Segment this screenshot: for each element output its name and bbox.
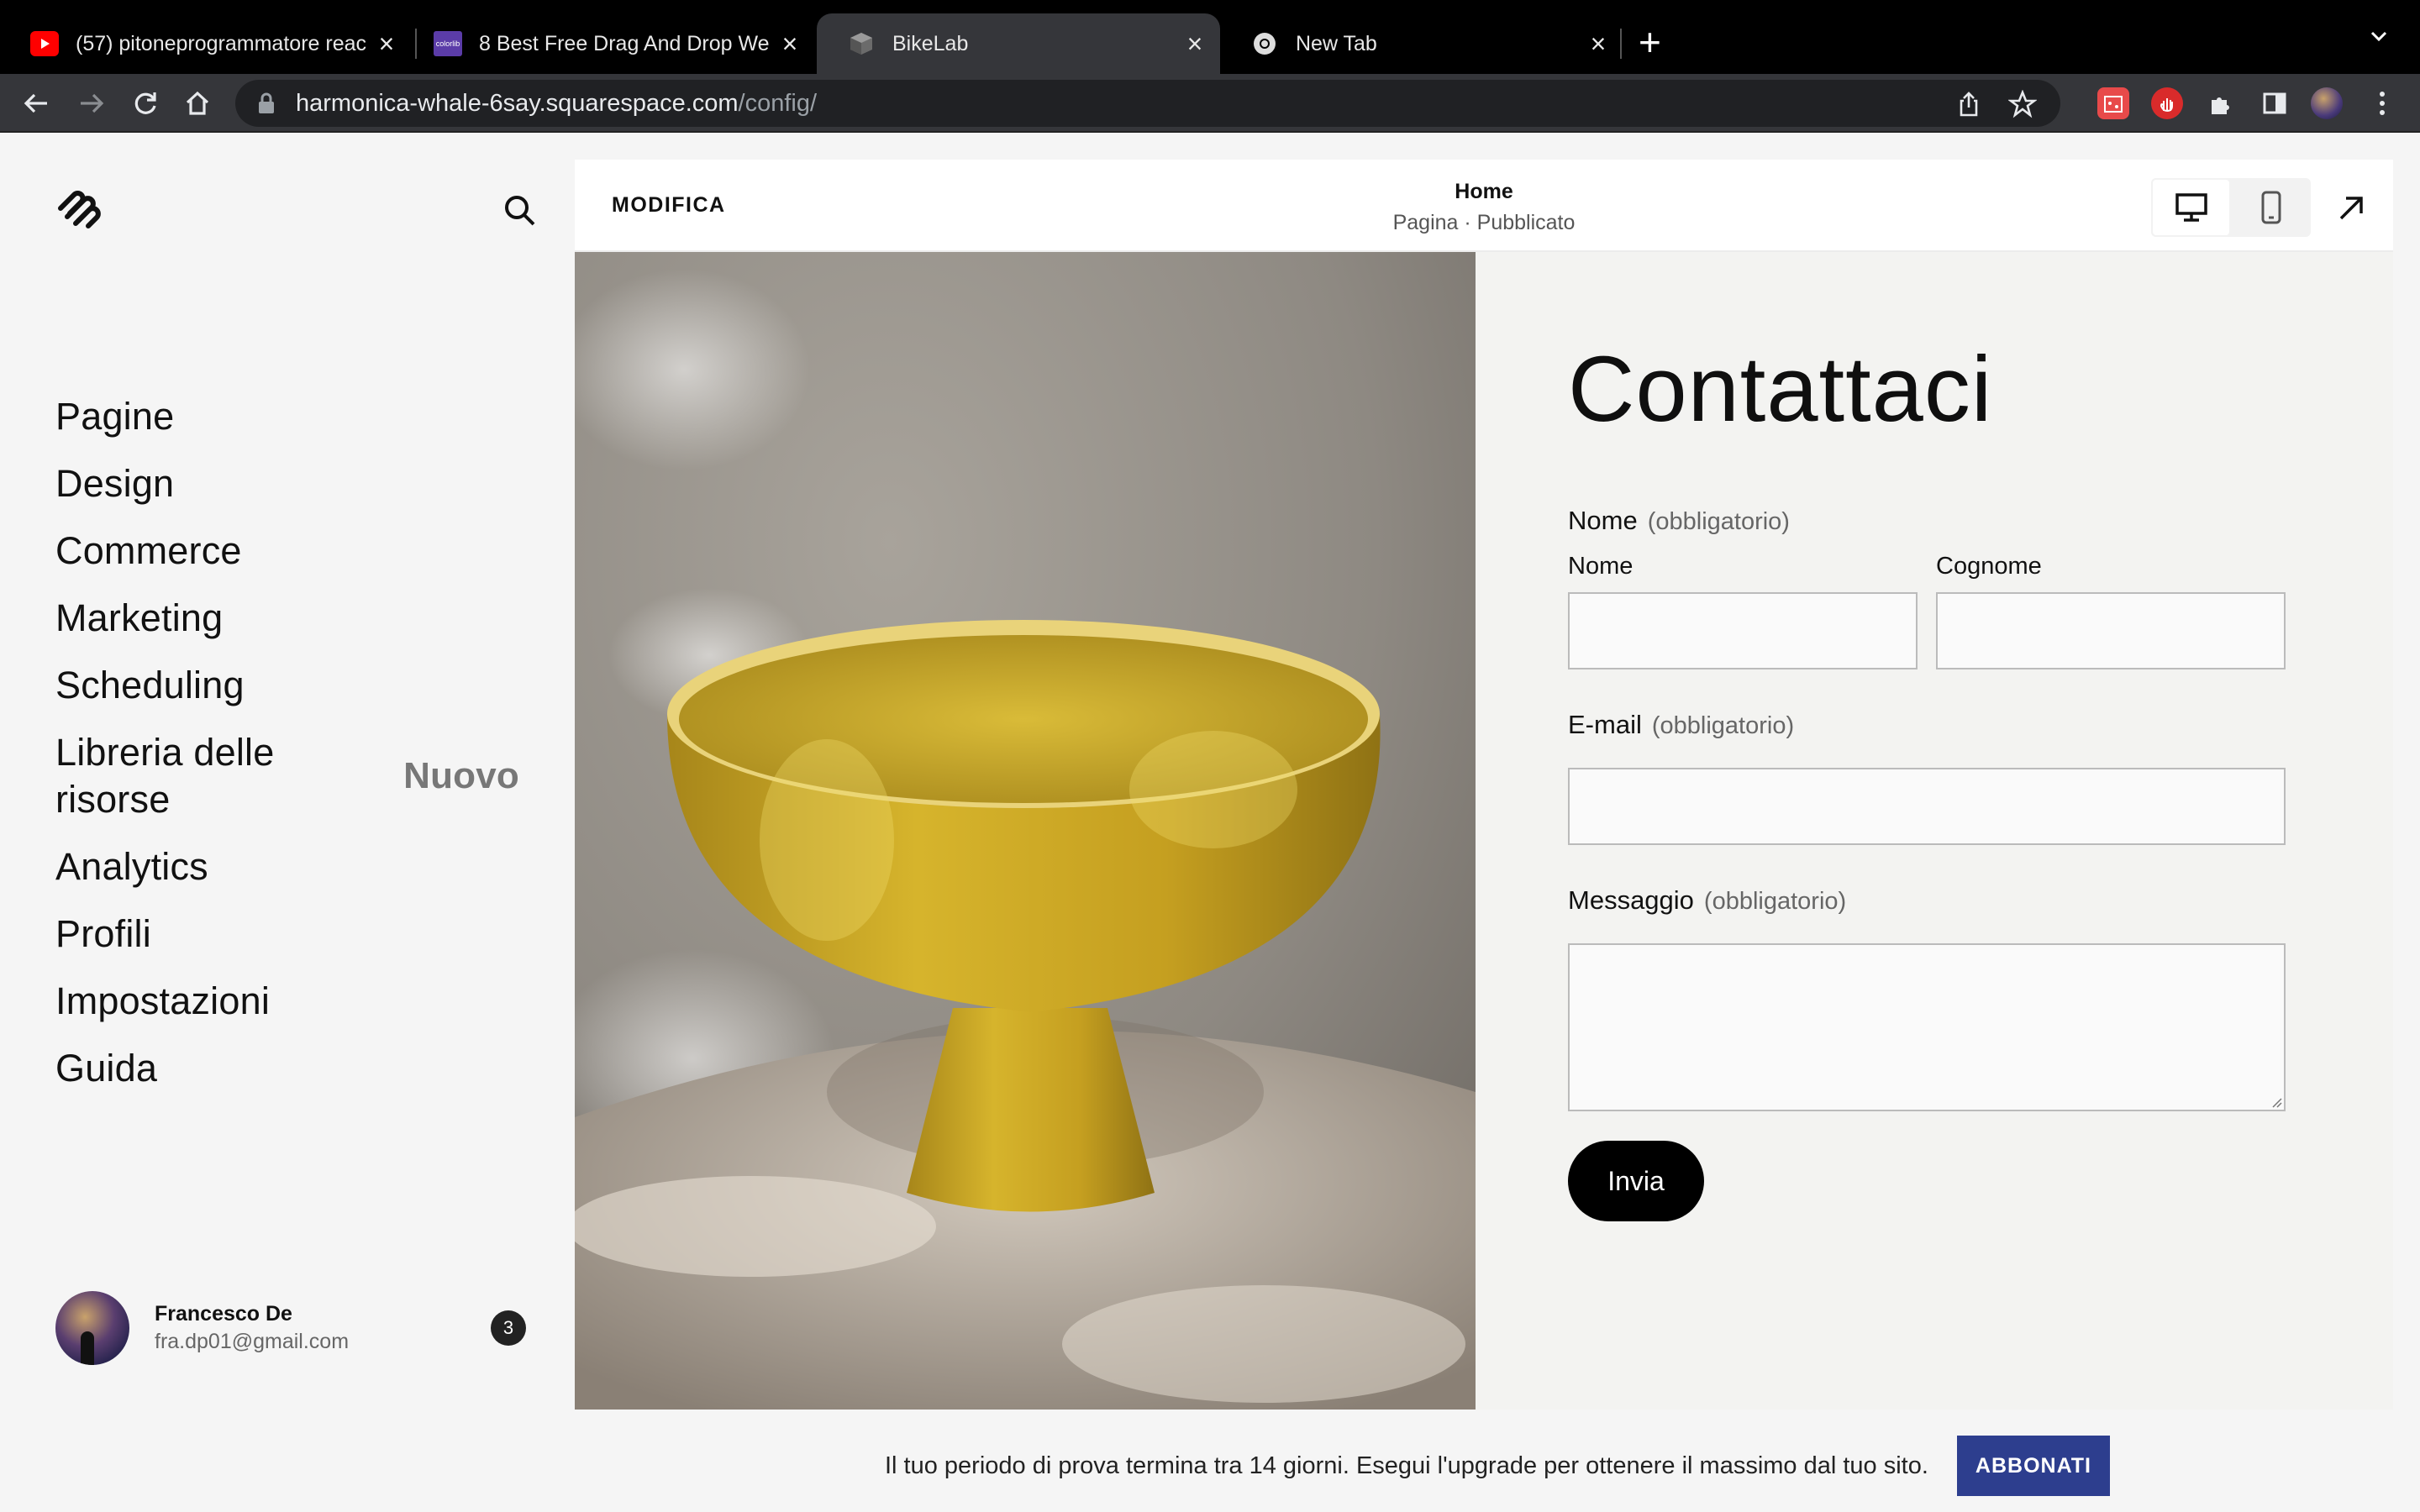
form-title: Contattaci [1568, 338, 1993, 441]
first-name-label: Nome [1568, 553, 1634, 580]
name-label: Nome (obbligatorio) [1568, 506, 1790, 536]
device-view-toggle [2151, 178, 2311, 237]
tab-title: 8 Best Free Drag And Drop We [479, 31, 770, 55]
extensions-puzzle-icon[interactable] [2205, 87, 2237, 119]
menu-item-marketing[interactable]: Marketing [55, 595, 519, 642]
menu-item-analytics[interactable]: Analytics [55, 843, 519, 890]
menu-item-label: Libreria delle risorse [55, 731, 275, 821]
tab-title: BikeLab [892, 31, 969, 55]
home-icon[interactable] [178, 84, 217, 123]
trial-banner: Il tuo periodo di prova termina tra 14 g… [575, 1420, 2420, 1512]
message-textarea[interactable] [1568, 943, 2286, 1111]
trial-message: Il tuo periodo di prova termina tra 14 g… [884, 1452, 1928, 1479]
last-name-label: Cognome [1936, 553, 2042, 580]
menu-item-libreria[interactable]: Libreria delle risorse Nuovo [55, 729, 519, 823]
back-icon[interactable] [17, 84, 55, 123]
menu-item-design[interactable]: Design [55, 460, 519, 507]
page-info: Home Pagina · Pubblicato [575, 180, 2393, 235]
message-label-text: Messaggio [1568, 885, 1694, 915]
address-bar[interactable]: harmonica-whale-6say.squarespace.com/con… [235, 80, 2060, 127]
tab-divider [1620, 29, 1622, 59]
desktop-icon [2175, 193, 2207, 222]
profile-avatar-icon[interactable] [2311, 87, 2343, 119]
share-icon[interactable] [1954, 90, 1983, 118]
required-text: (obbligatorio) [1703, 888, 1847, 915]
tab-search-chevron-icon[interactable] [2368, 25, 2390, 51]
hero-bowl-image [575, 252, 1476, 1410]
search-icon[interactable] [501, 192, 538, 228]
new-tab-button[interactable]: + [1639, 20, 1661, 64]
notification-count-badge[interactable]: 3 [491, 1310, 526, 1346]
side-panel-icon[interactable] [2259, 87, 2291, 119]
url-path: /config/ [738, 89, 818, 117]
page-status: Pagina · Pubblicato [1392, 211, 1576, 234]
close-icon[interactable]: × [1581, 29, 1615, 60]
menu-item-pagine[interactable]: Pagine [55, 393, 519, 440]
tab-colorlib[interactable]: colorlib 8 Best Free Drag And Drop We × [403, 13, 815, 74]
menu-item-commerce[interactable]: Commerce [55, 528, 519, 575]
avatar[interactable] [55, 1291, 129, 1365]
browser-tab-bar: (57) pitoneprogrammatore reac × colorlib… [0, 0, 2420, 74]
youtube-icon [30, 31, 59, 56]
url-host: harmonica-whale-6say.squarespace.com [296, 89, 739, 117]
open-site-arrow-icon[interactable] [2334, 192, 2368, 225]
message-label: Messaggio (obbligatorio) [1568, 885, 1846, 916]
squarespace-logo-icon[interactable] [54, 183, 104, 234]
subscribe-button[interactable]: ABBONATI [1956, 1436, 2110, 1496]
lock-icon [259, 92, 274, 113]
submit-button[interactable]: Invia [1568, 1141, 1704, 1221]
menu-item-impostazioni[interactable]: Impostazioni [55, 978, 519, 1025]
menu-item-guida[interactable]: Guida [55, 1045, 519, 1092]
extension-calendar-icon[interactable] [2097, 87, 2129, 119]
reload-icon[interactable] [126, 84, 165, 123]
extension-hand-icon[interactable] [2151, 87, 2183, 119]
tab-youtube[interactable]: (57) pitoneprogrammatore reac × [0, 13, 412, 74]
tab-bikelab[interactable]: BikeLab × [817, 13, 1220, 74]
close-icon[interactable]: × [1178, 29, 1212, 60]
tab-title: (57) pitoneprogrammatore reac [76, 31, 366, 55]
email-input[interactable] [1568, 768, 2286, 845]
forward-icon[interactable] [72, 84, 111, 123]
required-text: (obbligatorio) [1651, 712, 1795, 739]
mobile-view-button[interactable] [2231, 178, 2311, 237]
last-name-input[interactable] [1936, 592, 2286, 669]
resize-handle-icon[interactable] [2269, 1095, 2282, 1108]
email-label-text: E-mail [1568, 710, 1642, 739]
squarespace-cube-icon [847, 31, 876, 56]
menu-item-profili[interactable]: Profili [55, 911, 519, 958]
email-label: E-mail (obbligatorio) [1568, 710, 1794, 740]
required-text: (obbligatorio) [1647, 508, 1790, 535]
chrome-icon [1250, 31, 1279, 56]
close-icon[interactable]: × [773, 29, 807, 60]
account-email: fra.dp01@gmail.com [155, 1330, 350, 1353]
site-editor: MODIFICA Home Pagina · Pubblicato Contat… [575, 160, 2393, 1410]
chrome-menu-icon[interactable] [2366, 87, 2398, 119]
account-name: Francesco De [155, 1302, 292, 1326]
colorlib-icon: colorlib [434, 31, 462, 56]
close-icon[interactable]: × [370, 29, 403, 60]
account-panel[interactable]: Francesco De fra.dp01@gmail.com 3 [55, 1290, 526, 1366]
tab-title: New Tab [1296, 31, 1377, 55]
browser-toolbar: harmonica-whale-6say.squarespace.com/con… [0, 74, 2420, 133]
bookmark-star-icon[interactable] [2008, 90, 2037, 118]
name-label-text: Nome [1568, 506, 1638, 535]
editor-header: MODIFICA Home Pagina · Pubblicato [575, 160, 2393, 252]
desktop-view-button[interactable] [2151, 178, 2231, 237]
page-title: Home [1455, 180, 1513, 203]
sidebar: Pagine Design Commerce Marketing Schedul… [0, 133, 575, 1512]
mobile-icon [2261, 191, 2281, 224]
main-menu: Pagine Design Commerce Marketing Schedul… [55, 393, 519, 1112]
menu-item-scheduling[interactable]: Scheduling [55, 662, 519, 709]
tab-new[interactable]: New Tab × [1220, 13, 1623, 74]
first-name-input[interactable] [1568, 592, 1918, 669]
contact-form-section: Contattaci Nome (obbligatorio) Nome Cogno… [1476, 252, 2393, 1410]
new-badge: Nuovo [403, 755, 519, 796]
